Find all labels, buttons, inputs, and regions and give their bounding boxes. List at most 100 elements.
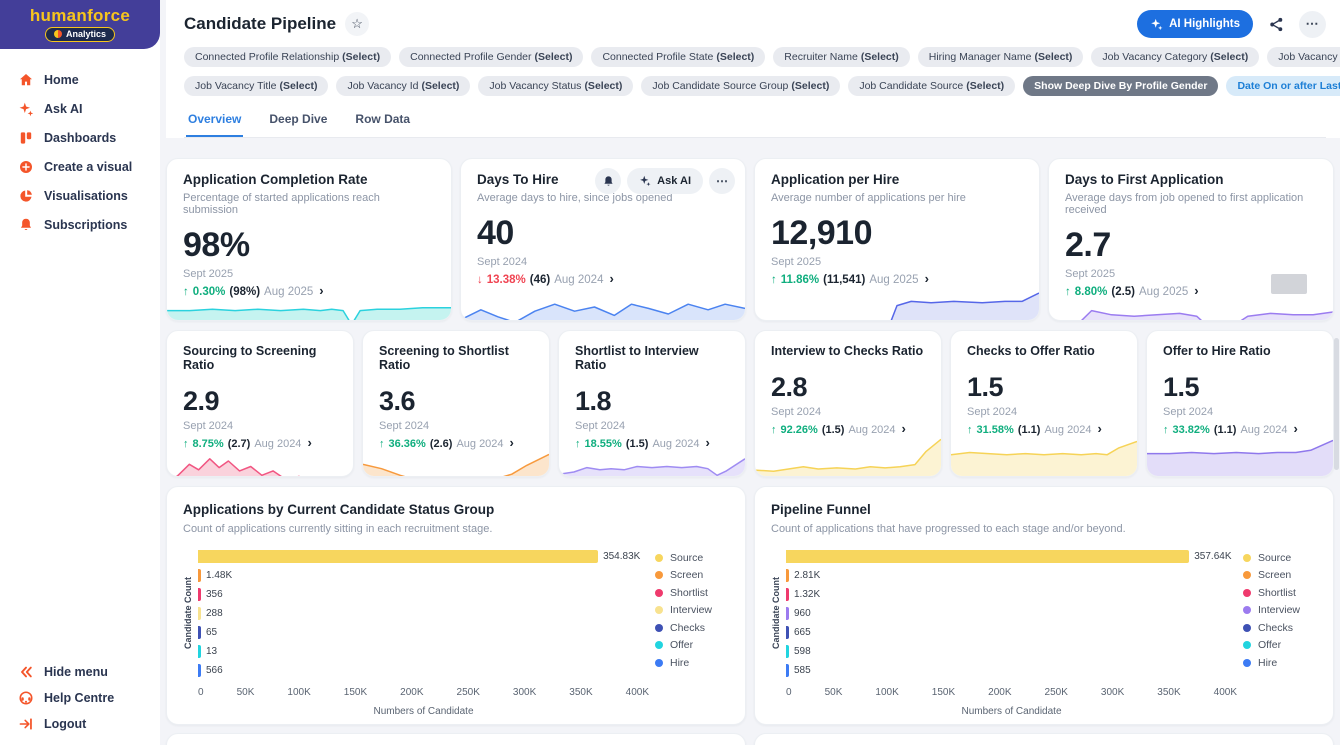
kpi-card-days-to-first-application[interactable]: Days to First Application Average days f…	[1048, 158, 1334, 321]
kpi-card-screening-to-shortlist-ratio[interactable]: Screening to Shortlist Ratio Average num…	[362, 330, 550, 477]
chevron-right-icon[interactable]: ›	[609, 271, 613, 286]
bar[interactable]	[786, 588, 789, 601]
chevron-right-icon[interactable]: ›	[307, 435, 311, 450]
alert-bell-button[interactable]	[595, 168, 621, 194]
legend-item-checks[interactable]: Checks	[1243, 619, 1317, 637]
bar[interactable]	[198, 569, 201, 582]
kpi-card-offer-to-hire-ratio[interactable]: Offer to Hire Ratio Average number of ap…	[1146, 330, 1334, 477]
legend-item-screen[interactable]: Screen	[1243, 567, 1317, 585]
more-options-button[interactable]: ⋯	[1299, 11, 1326, 38]
kpi-delta-link[interactable]: ↑18.55%(1.5)Aug 2024›	[575, 435, 729, 450]
legend-item-hire[interactable]: Hire	[655, 654, 729, 672]
chevron-right-icon[interactable]: ›	[510, 435, 514, 450]
filter-chip-connected-profile-gender[interactable]: Connected Profile Gender(Select)	[399, 47, 583, 67]
tab-overview[interactable]: Overview	[186, 107, 243, 137]
chevron-right-icon[interactable]: ›	[1194, 283, 1198, 298]
bar[interactable]	[198, 626, 201, 639]
sidebar-item-home[interactable]: Home	[17, 65, 160, 94]
kpi-card-shortlist-to-interview-ratio[interactable]: Shortlist to Interview Ratio Average num…	[558, 330, 746, 477]
bar-row-checks[interactable]: 665	[786, 623, 1237, 642]
bar[interactable]	[786, 607, 789, 620]
kpi-delta-link[interactable]: ↑36.36%(2.6)Aug 2024›	[379, 435, 533, 450]
share-button[interactable]	[1263, 11, 1289, 37]
card-more-button[interactable]: ⋯	[709, 168, 735, 194]
filter-chip-hiring-manager-name[interactable]: Hiring Manager Name(Select)	[918, 47, 1084, 67]
hide-menu-button[interactable]: Hide menu	[17, 659, 114, 685]
favorite-star-icon[interactable]: ☆	[345, 12, 369, 36]
legend-item-checks[interactable]: Checks	[655, 619, 729, 637]
chevron-right-icon[interactable]: ›	[706, 435, 710, 450]
bar-row-offer[interactable]: 598	[786, 642, 1237, 661]
bar[interactable]	[786, 645, 789, 658]
bar[interactable]	[786, 569, 789, 582]
bar-row-shortlist[interactable]: 1.32K	[786, 585, 1237, 604]
sidebar-item-dashboards[interactable]: Dashboards	[17, 123, 160, 152]
bar-row-offer[interactable]: 13	[198, 642, 649, 661]
chart-card-average-time-in-stage[interactable]: Average Time In Stage (Days)	[754, 733, 1334, 745]
chevron-right-icon[interactable]: ›	[319, 283, 323, 298]
legend-item-offer[interactable]: Offer	[655, 637, 729, 655]
filter-chip-job-vacancy-id[interactable]: Job Vacancy Id(Select)	[336, 76, 470, 96]
chevron-right-icon[interactable]: ›	[925, 271, 929, 286]
kpi-card-sourcing-to-screening-ratio[interactable]: Sourcing to Screening Ratio Average numb…	[166, 330, 354, 477]
date-filter-chip[interactable]: Date On or after Last 24 Months	[1226, 76, 1340, 96]
kpi-delta-link[interactable]: ↑92.26%(1.5)Aug 2024›	[771, 421, 925, 436]
tab-row-data[interactable]: Row Data	[353, 107, 412, 137]
chevron-right-icon[interactable]: ›	[1098, 421, 1102, 436]
bar[interactable]	[198, 550, 598, 563]
filter-chip-recruiter-name[interactable]: Recruiter Name(Select)	[773, 47, 909, 67]
kpi-card-days-to-hire[interactable]: Days To Hire Average days to hire, since…	[460, 158, 746, 321]
bar-row-checks[interactable]: 65	[198, 623, 649, 642]
legend-item-shortlist[interactable]: Shortlist	[1243, 584, 1317, 602]
sidebar-item-subscriptions[interactable]: Subscriptions	[17, 210, 160, 239]
legend-item-hire[interactable]: Hire	[1243, 654, 1317, 672]
legend-item-screen[interactable]: Screen	[655, 567, 729, 585]
kpi-delta-link[interactable]: ↑33.82%(1.1)Aug 2024›	[1163, 421, 1317, 436]
sidebar-item-ask-ai[interactable]: Ask AI	[17, 94, 160, 123]
legend-item-source[interactable]: Source	[1243, 549, 1317, 567]
bar-row-hire[interactable]: 585	[786, 661, 1237, 680]
logout-button[interactable]: Logout	[17, 711, 114, 737]
ask-ai-button[interactable]: Ask AI	[627, 168, 703, 194]
bar-row-hire[interactable]: 566	[198, 661, 649, 680]
kpi-delta-link[interactable]: ↑0.30%(98%)Aug 2025›	[183, 283, 435, 298]
kpi-card-application-completion-rate[interactable]: Application Completion Rate Percentage o…	[166, 158, 452, 321]
filter-chip-job-candidate-source[interactable]: Job Candidate Source(Select)	[848, 76, 1015, 96]
bar[interactable]	[786, 626, 789, 639]
kpi-delta-link[interactable]: ↓13.38%(46)Aug 2024›	[477, 271, 729, 286]
ai-highlights-button[interactable]: AI Highlights	[1137, 10, 1253, 38]
chart-card-pipeline-funnel[interactable]: Pipeline Funnel Count of applications th…	[754, 486, 1334, 725]
legend-item-shortlist[interactable]: Shortlist	[655, 584, 729, 602]
chevron-right-icon[interactable]: ›	[1294, 421, 1298, 436]
chevron-right-icon[interactable]: ›	[902, 421, 906, 436]
legend-item-interview[interactable]: Interview	[655, 602, 729, 620]
filter-chip-connected-profile-state[interactable]: Connected Profile State(Select)	[591, 47, 765, 67]
kpi-card-checks-to-offer-ratio[interactable]: Checks to Offer Ratio Average number of …	[950, 330, 1138, 477]
bar-row-screen[interactable]: 1.48K	[198, 566, 649, 585]
chart-card-applications-by-status-group[interactable]: Applications by Current Candidate Status…	[166, 486, 746, 725]
bar-row-interview[interactable]: 960	[786, 604, 1237, 623]
kpi-delta-link[interactable]: ↑11.86%(11,541)Aug 2025›	[771, 271, 1023, 286]
bar-row-interview[interactable]: 288	[198, 604, 649, 623]
filter-chip-job-vacancy-status[interactable]: Job Vacancy Status(Select)	[478, 76, 633, 96]
scrollbar-thumb[interactable]	[1334, 338, 1339, 470]
bar[interactable]	[198, 588, 201, 601]
kpi-delta-link[interactable]: ↑31.58%(1.1)Aug 2024›	[967, 421, 1121, 436]
bar-row-source[interactable]: 354.83K	[198, 547, 649, 566]
filter-chip-job-vacancy-category[interactable]: Job Vacancy Category(Select)	[1091, 47, 1259, 67]
bar-row-shortlist[interactable]: 356	[198, 585, 649, 604]
chart-card-average-time-to-stage[interactable]: Average Time To Stage (Days)	[166, 733, 746, 745]
kpi-card-interview-to-checks-ratio[interactable]: Interview to Checks Ratio Average number…	[754, 330, 942, 477]
bar[interactable]	[198, 607, 201, 620]
legend-item-interview[interactable]: Interview	[1243, 602, 1317, 620]
sidebar-item-visualisations[interactable]: Visualisations	[17, 181, 160, 210]
toggle-deep-dive-by-profile-gender[interactable]: Show Deep Dive By Profile Gender	[1023, 76, 1218, 96]
bar[interactable]	[786, 664, 789, 677]
bar-row-screen[interactable]: 2.81K	[786, 566, 1237, 585]
sidebar-item-create-a-visual[interactable]: Create a visual	[17, 152, 160, 181]
filter-chip-job-candidate-source-group[interactable]: Job Candidate Source Group(Select)	[641, 76, 840, 96]
kpi-card-application-per-hire[interactable]: Application per Hire Average number of a…	[754, 158, 1040, 321]
bar-row-source[interactable]: 357.64K	[786, 547, 1237, 566]
filter-chip-connected-profile-relationship[interactable]: Connected Profile Relationship(Select)	[184, 47, 391, 67]
filter-chip-job-vacancy-state[interactable]: Job Vacancy State(Select)	[1267, 47, 1340, 67]
